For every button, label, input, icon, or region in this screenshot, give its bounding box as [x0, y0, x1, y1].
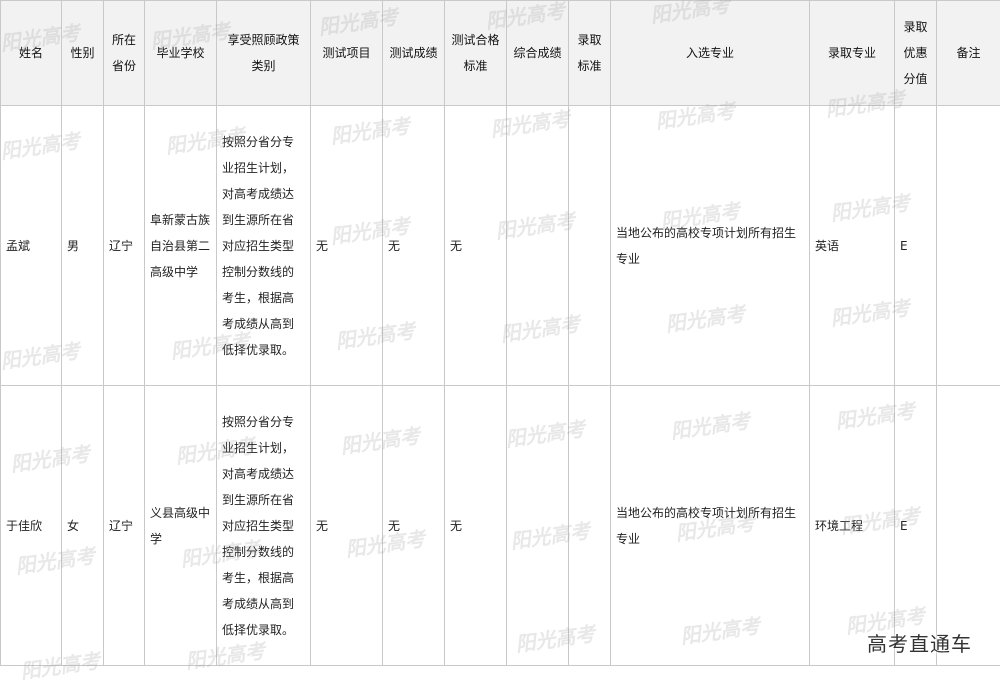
cell-gender: 女 — [61, 385, 104, 666]
cell-province: 辽宁 — [103, 385, 145, 666]
cell-remarks — [936, 385, 1000, 666]
cell-selected-major: 当地公布的高校专项计划所有招生专业 — [610, 105, 810, 386]
cell-selected-major: 当地公布的高校专项计划所有招生专业 — [610, 385, 810, 666]
header-bonus-points: 录取优惠分值 — [894, 0, 937, 106]
cell-test-standard: 无 — [444, 105, 507, 386]
page: 姓名 性别 所在省份 毕业学校 享受照顾政策类别 测试项目 测试成绩 测试合格标… — [0, 0, 1000, 683]
cell-admission-standard — [568, 385, 611, 666]
cell-test-score: 无 — [382, 385, 445, 666]
header-province: 所在省份 — [103, 0, 145, 106]
header-test-standard: 测试合格标准 — [444, 0, 507, 106]
header-gender: 性别 — [61, 0, 104, 106]
header-admission-standard: 录取标准 — [568, 0, 611, 106]
cell-policy-category: 按照分省分专业招生计划，对高考成绩达到生源所在省对应招生类型控制分数线的考生，根… — [216, 385, 311, 666]
cell-school: 阜新蒙古族自治县第二高级中学 — [144, 105, 217, 386]
table-row: 孟斌 男 辽宁 阜新蒙古族自治县第二高级中学 按照分省分专业招生计划，对高考成绩… — [0, 105, 1000, 386]
admission-table: 姓名 性别 所在省份 毕业学校 享受照顾政策类别 测试项目 测试成绩 测试合格标… — [0, 0, 1000, 666]
header-selected-major: 入选专业 — [610, 0, 810, 106]
corner-logo: 高考直通车 — [867, 632, 972, 656]
table-row: 于佳欣 女 辽宁 义县高级中学 按照分省分专业招生计划，对高考成绩达到生源所在省… — [0, 385, 1000, 666]
cell-overall-score — [506, 385, 569, 666]
cell-name: 孟斌 — [0, 105, 62, 386]
header-remarks: 备注 — [936, 0, 1000, 106]
header-test-item: 测试项目 — [310, 0, 383, 106]
cell-test-score: 无 — [382, 105, 445, 386]
cell-overall-score — [506, 105, 569, 386]
header-row: 姓名 性别 所在省份 毕业学校 享受照顾政策类别 测试项目 测试成绩 测试合格标… — [0, 0, 1000, 106]
cell-bonus-points: E — [894, 385, 937, 666]
header-policy-category: 享受照顾政策类别 — [216, 0, 311, 106]
cell-policy-category: 按照分省分专业招生计划，对高考成绩达到生源所在省对应招生类型控制分数线的考生，根… — [216, 105, 311, 386]
header-admitted-major: 录取专业 — [809, 0, 895, 106]
cell-province: 辽宁 — [103, 105, 145, 386]
cell-gender: 男 — [61, 105, 104, 386]
header-name: 姓名 — [0, 0, 62, 106]
cell-remarks — [936, 105, 1000, 386]
cell-test-item: 无 — [310, 105, 383, 386]
cell-admitted-major: 英语 — [809, 105, 895, 386]
header-overall-score: 综合成绩 — [506, 0, 569, 106]
header-school: 毕业学校 — [144, 0, 217, 106]
cell-admission-standard — [568, 105, 611, 386]
cell-test-item: 无 — [310, 385, 383, 666]
cell-test-standard: 无 — [444, 385, 507, 666]
header-test-score: 测试成绩 — [382, 0, 445, 106]
cell-bonus-points: E — [894, 105, 937, 386]
cell-admitted-major: 环境工程 — [809, 385, 895, 666]
cell-school: 义县高级中学 — [144, 385, 217, 666]
cell-name: 于佳欣 — [0, 385, 62, 666]
